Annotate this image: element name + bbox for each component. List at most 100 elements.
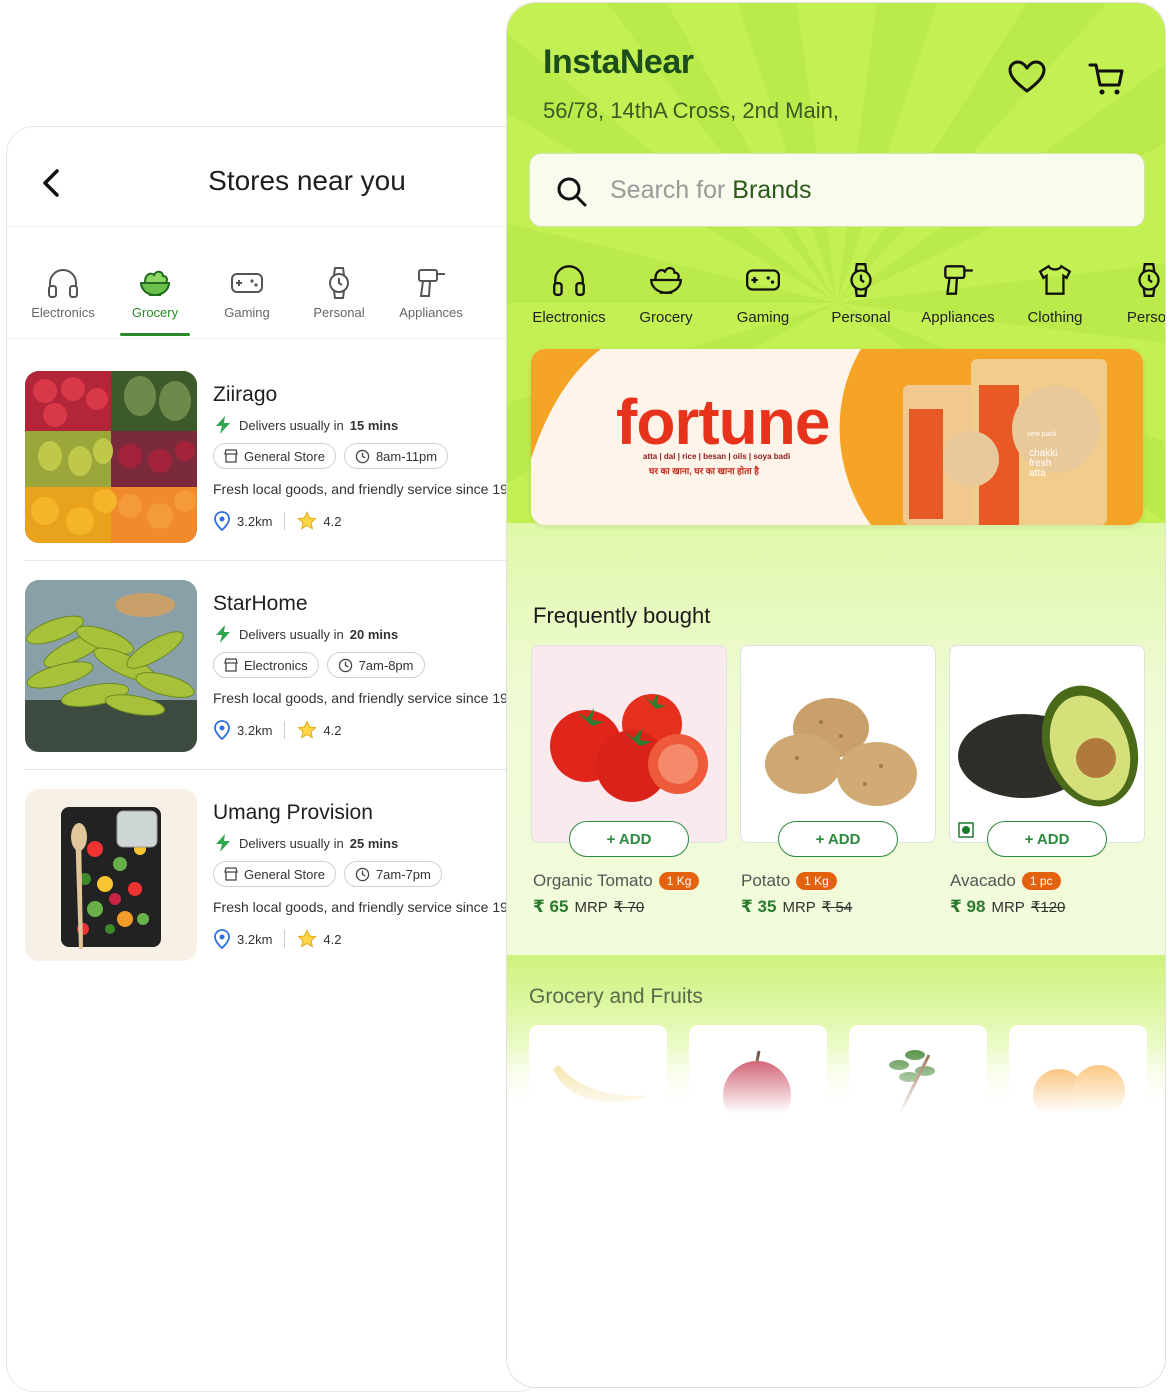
location-pin-icon xyxy=(214,720,230,740)
drill-icon xyxy=(944,265,973,295)
product-price: ₹ 65 xyxy=(533,897,569,916)
promo-banner[interactable]: fortune atta | dal | rice | besan | oils… xyxy=(531,349,1143,525)
delivery-address[interactable]: 56/78, 14thA Cross, 2nd Main, xyxy=(543,98,839,124)
category-personal[interactable]: Personal xyxy=(811,261,911,326)
tab-label: Grocery xyxy=(131,305,179,320)
category-label: Grocery xyxy=(639,309,693,326)
divider xyxy=(284,930,286,948)
store-description: Fresh local goods, and friendly service … xyxy=(213,690,524,706)
gamepad-icon xyxy=(746,269,780,291)
search-bar[interactable]: Search for Brands xyxy=(529,153,1145,227)
delivery-prefix: Delivers usually in xyxy=(239,835,344,851)
tab-electronics[interactable]: Electronics xyxy=(17,257,109,320)
store-card-ziirago[interactable]: Ziirago Delivers usually in 15 mins Gener… xyxy=(25,371,545,561)
store-type-chip: General Store xyxy=(213,861,336,887)
tab-gaming[interactable]: Gaming xyxy=(201,257,293,320)
store-name: StarHome xyxy=(213,592,308,615)
heart-icon[interactable] xyxy=(1007,59,1047,95)
product-name: Avacado xyxy=(950,871,1016,890)
category-gaming[interactable]: Gaming xyxy=(713,261,813,326)
mrp-label: MRP xyxy=(991,899,1025,916)
location-pin-icon xyxy=(214,929,230,949)
store-type-chip: Electronics xyxy=(213,652,319,678)
product-image xyxy=(765,698,917,806)
add-button[interactable]: + ADD xyxy=(569,821,689,857)
search-highlight: Brands xyxy=(732,176,812,204)
pack-label: chakki fresh atta xyxy=(1029,448,1058,479)
lightning-icon xyxy=(216,625,230,643)
star-icon xyxy=(297,929,318,948)
pack-badge: new pack xyxy=(1027,431,1057,438)
divider xyxy=(284,512,286,530)
category-label: Persor xyxy=(1126,309,1165,326)
divider xyxy=(284,721,286,739)
store-rating: 4.2 xyxy=(323,513,342,529)
price-row: ₹ 65 MRP ₹ 70 xyxy=(533,897,644,917)
star-icon xyxy=(297,511,318,530)
category-electronics[interactable]: Electronics xyxy=(519,261,619,326)
product-name: Organic Tomato xyxy=(533,871,653,890)
tab-personal[interactable]: Personal xyxy=(293,257,385,320)
product-card-avocado[interactable] xyxy=(949,645,1145,843)
store-icon xyxy=(224,658,238,672)
product-card-potato[interactable] xyxy=(740,645,936,843)
salad-bowl-icon xyxy=(139,270,171,296)
product-name: Potato xyxy=(741,871,791,890)
add-button[interactable]: + ADD xyxy=(778,821,898,857)
category-label: Clothing xyxy=(1027,309,1083,326)
store-rating: 4.2 xyxy=(323,931,342,947)
store-chips: General Store 8am-11pm xyxy=(213,443,449,469)
category-clothing[interactable]: Clothing xyxy=(1005,261,1105,326)
clock-icon xyxy=(355,449,370,463)
headphones-icon xyxy=(553,265,585,296)
store-card-umang-provision[interactable]: Umang Provision Delivers usually in 25 mi… xyxy=(25,789,545,979)
store-chips: General Store 7am-7pm xyxy=(213,861,442,887)
category-grocery[interactable]: Grocery xyxy=(616,261,716,326)
bottom-fade xyxy=(507,1043,1165,1143)
cart-icon[interactable] xyxy=(1087,59,1127,99)
delivery-prefix: Delivers usually in xyxy=(239,417,344,433)
mrp-value: ₹ 54 xyxy=(821,899,853,916)
store-name: Ziirago xyxy=(213,383,278,406)
delivery-info: Delivers usually in 25 mins xyxy=(213,833,398,853)
clock-icon xyxy=(355,867,370,881)
product-price: ₹ 98 xyxy=(950,897,986,916)
store-meta: 3.2km 4.2 xyxy=(213,511,341,531)
qty-badge: 1 Kg xyxy=(796,872,837,890)
tab-appliances[interactable]: Appliances xyxy=(385,257,477,320)
hours-chip: 7am-8pm xyxy=(326,652,425,678)
gamepad-icon xyxy=(231,273,263,293)
product-image xyxy=(550,694,708,802)
search-icon xyxy=(557,177,587,207)
salad-bowl-icon xyxy=(650,266,682,294)
store-icon xyxy=(224,449,238,463)
banner-brand: fortune xyxy=(616,386,830,458)
store-image xyxy=(25,371,197,543)
mrp-label: MRP xyxy=(574,899,608,916)
store-type: General Store xyxy=(244,866,325,882)
location-pin-icon xyxy=(214,511,230,531)
category-appliances[interactable]: Appliances xyxy=(908,261,1008,326)
hours-chip: 8am-11pm xyxy=(343,443,449,469)
headphones-icon xyxy=(48,269,78,298)
tab-grocery[interactable]: Grocery xyxy=(109,257,201,336)
store-image xyxy=(25,580,197,752)
store-description: Fresh local goods, and friendly service … xyxy=(213,899,524,915)
product-card-tomato[interactable] xyxy=(531,645,727,843)
store-description: Fresh local goods, and friendly service … xyxy=(213,481,524,497)
category-tabs: Electronics Grocery Gaming Personal Appl… xyxy=(7,257,545,339)
section-title: Frequently bought xyxy=(533,603,711,628)
store-distance: 3.2km xyxy=(237,931,273,947)
tab-label: Personal xyxy=(313,305,365,320)
mrp-label: MRP xyxy=(782,899,816,916)
home-screen: InstaNear 56/78, 14thA Cross, 2nd Main, … xyxy=(506,2,1166,1388)
store-card-starhome[interactable]: StarHome Delivers usually in 20 mins Elec… xyxy=(25,580,545,770)
store-rating: 4.2 xyxy=(323,722,342,738)
lightning-icon xyxy=(216,416,230,434)
search-placeholder: Search for Brands xyxy=(610,176,812,205)
add-button[interactable]: + ADD xyxy=(987,821,1107,857)
category-personal-2[interactable]: Persor xyxy=(1099,261,1165,326)
delivery-time: 20 mins xyxy=(349,626,399,642)
watch-icon xyxy=(1138,263,1160,297)
store-distance: 3.2km xyxy=(237,722,273,738)
